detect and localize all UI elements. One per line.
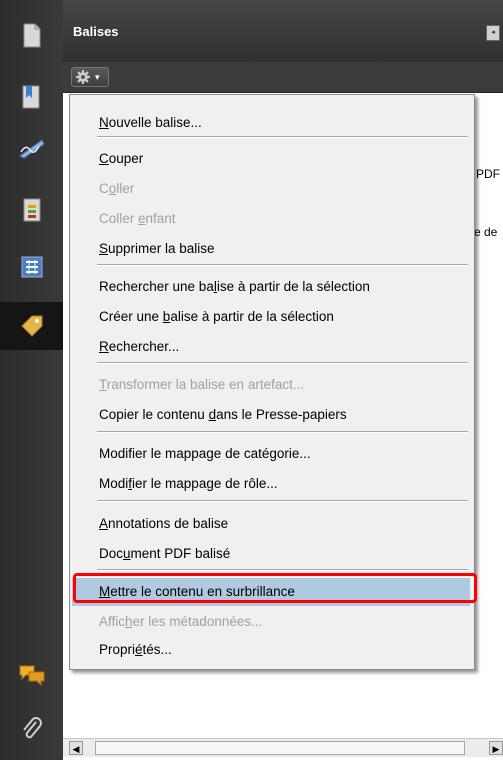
menu-item-label-part: ans le Presse-papiers [216, 407, 347, 422]
horizontal-scrollbar[interactable]: ◀ ▶ [63, 738, 503, 757]
bookmarks-icon[interactable] [0, 77, 63, 117]
panel-title: Balises [73, 24, 119, 39]
menu-item-label-part: Coller [99, 211, 139, 226]
menu-item-accelerator: R [99, 339, 109, 354]
signatures-icon[interactable] [0, 128, 63, 168]
menu-item-accelerator: u [123, 546, 131, 561]
menu-item-tag-annotations[interactable]: Annotations de balise [72, 510, 470, 538]
tree-text-fragment: PDF [476, 167, 500, 181]
attachments-icon[interactable] [0, 710, 63, 750]
menu-item-label-part: Doc [99, 546, 124, 561]
menu-item-new-tag[interactable]: Nouvelle balise... [72, 109, 470, 137]
model-tree-icon[interactable] [0, 247, 63, 287]
menu-item-label-part: ier le mappage de rôle... [132, 476, 278, 491]
menu-item-label-part: Copier le contenu [99, 407, 209, 422]
menu-item-copy-contents-to-clipboard[interactable]: Copier le contenu dans le Presse-papiers [72, 401, 470, 429]
menu-item-accelerator: C [99, 151, 109, 166]
menu-separator [97, 569, 468, 571]
chevron-down-icon: ▾ [95, 71, 100, 82]
menu-item-tagged-pdf[interactable]: Document PDF balisé [72, 540, 470, 568]
menu-item-label-part: Modi [99, 476, 129, 491]
menu-item-label-part: echercher... [108, 339, 180, 354]
menu-item-delete-tag[interactable]: Supprimer la balise [72, 235, 470, 263]
menu-item-accelerator: N [99, 115, 109, 130]
menu-separator [97, 136, 468, 138]
menu-item-accelerator: h [125, 614, 133, 629]
menu-separator [97, 264, 468, 266]
panel-header: Balises ◂ [63, 0, 503, 63]
menu-item-edit-class-map[interactable]: Modifier le mappage de catégorie... [72, 440, 470, 468]
menu-item-label-part: alise à partir de la sélection [170, 309, 334, 324]
menu-item-label-part: C [99, 181, 109, 196]
menu-item-accelerator: e [138, 211, 146, 226]
menu-item-label-part: Rechercher une ba [99, 279, 214, 294]
panel-toolbar: ▾ [63, 62, 503, 93]
menu-item-change-tag-to-artifact: Transformer la balise en artefact... [72, 371, 470, 399]
scroll-right-button[interactable]: ▶ [489, 741, 503, 755]
menu-item-accelerator: g [269, 446, 277, 461]
menu-item-label-part: ller [116, 181, 135, 196]
menu-item-edit-role-map[interactable]: Modifier le mappage de rôle... [72, 470, 470, 498]
menu-separator [97, 500, 468, 502]
options-menu-button[interactable]: ▾ [71, 67, 109, 87]
menu-item-label-part: Propri [99, 642, 136, 657]
menu-item-accelerator: A [99, 516, 109, 531]
layers-icon[interactable] [0, 190, 63, 230]
menu-item-label-part: Affic [99, 614, 126, 629]
menu-item-accelerator: S [99, 241, 109, 256]
menu-item-paste-child: Coller enfant [72, 205, 470, 233]
menu-item-label-part: Créer une [99, 309, 163, 324]
menu-separator [97, 431, 468, 433]
tags-icon[interactable] [0, 302, 63, 350]
menu-item-find-tag-from-selection[interactable]: Rechercher une balise à partir de la sél… [72, 273, 470, 301]
menu-item-label-part: upprimer la balise [108, 241, 215, 256]
gear-icon [76, 70, 90, 84]
panel-collapse-button[interactable]: ◂ [486, 25, 500, 41]
menu-item-label-part: er les métadonnées... [132, 614, 263, 629]
callout-highlight-box [73, 573, 477, 603]
menu-item-label-part: Modifier le mappage de caté [99, 446, 270, 461]
menu-item-label-part: nnotations de balise [108, 516, 229, 531]
menu-item-label-part: ise à partir de la sélection [216, 279, 370, 294]
menu-item-cut[interactable]: Couper [72, 145, 470, 173]
menu-item-show-metadata: Afficher les métadonnées... [72, 608, 470, 636]
comments-icon[interactable] [0, 655, 63, 695]
menu-item-accelerator: d [208, 407, 217, 422]
menu-item-create-tag-from-selection[interactable]: Créer une balise à partir de la sélectio… [72, 303, 470, 331]
menu-item-paste: Coller [72, 175, 470, 203]
menu-item-label-part: orie... [276, 446, 311, 461]
menu-item-label-part: ransformer la balise en artefact... [106, 377, 305, 392]
navigation-sidebar [0, 0, 64, 760]
menu-item-label-part: nfant [145, 211, 176, 226]
menu-item-properties[interactable]: Propriétés... [72, 636, 470, 664]
pages-icon[interactable] [0, 16, 63, 56]
menu-item-label-part: tés... [142, 642, 172, 657]
menu-separator [97, 362, 468, 364]
menu-item-accelerator: T [99, 377, 107, 392]
menu-item-label-part: ment PDF balisé [130, 546, 231, 561]
menu-item-label-part: ouvelle balise... [108, 115, 202, 130]
menu-item-find[interactable]: Rechercher... [72, 333, 470, 361]
scroll-thumb[interactable] [95, 741, 465, 755]
menu-item-accelerator: é [135, 642, 143, 657]
scroll-left-button[interactable]: ◀ [69, 741, 83, 755]
menu-item-label-part: ouper [108, 151, 144, 166]
tree-text-fragment: e de [474, 225, 498, 239]
